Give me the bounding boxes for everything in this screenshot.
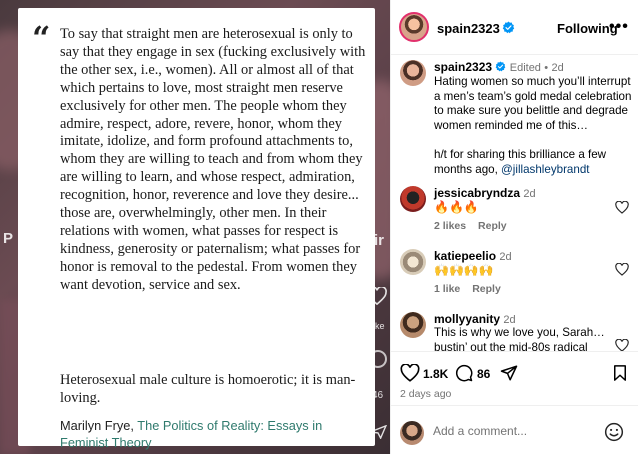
comment-likes[interactable]: 1 like [434, 283, 460, 295]
post-timestamp: 2 days ago [400, 388, 452, 400]
comment-bubble-icon[interactable] [454, 364, 474, 382]
share-send-icon[interactable] [499, 364, 519, 382]
comment-text: 🙌🙌🙌🙌 [434, 263, 494, 277]
add-comment-bar [391, 405, 638, 454]
quote-body: To say that straight men are heterosexua… [60, 26, 366, 293]
edited-label: Edited [509, 62, 541, 74]
quote-citation: Marilyn Frye, The Politics of Reality: E… [60, 417, 370, 451]
background-text-fragment: P [3, 230, 14, 247]
quote-conclusion: Heterosexual male culture is homoerotic;… [60, 372, 356, 406]
comment-username[interactable]: jessicabryndza [434, 186, 520, 200]
caption-text: Hating women so much you’ll interrupt a … [434, 75, 632, 177]
comment-age: 2d [523, 188, 536, 200]
emoji-icon[interactable] [604, 422, 624, 442]
current-user-avatar [400, 421, 424, 445]
quote-mark: “ [32, 19, 51, 57]
comment-like-heart-icon[interactable] [615, 263, 629, 276]
comment-count[interactable]: 86 [477, 367, 490, 381]
comment-input[interactable] [433, 424, 593, 438]
comment-username[interactable]: mollyyanity [434, 312, 500, 326]
post-media[interactable]: P ir Like 46 “ To say that straight men … [0, 0, 390, 454]
commenter-avatar[interactable] [400, 249, 426, 275]
caption-avatar[interactable] [400, 60, 426, 86]
caption-age: 2d [551, 62, 564, 74]
verified-badge-icon [496, 61, 506, 72]
comment-text: 🔥🔥🔥 [434, 200, 479, 214]
comment-actions: 1 like Reply [434, 283, 501, 295]
like-heart-icon[interactable] [400, 364, 420, 382]
comment-text: This is why we love you, Sarah… bustin’ … [434, 326, 605, 351]
comment-like-heart-icon[interactable] [615, 201, 629, 214]
citation-author: Marilyn Frye, [60, 418, 138, 433]
verified-badge-icon [502, 21, 515, 34]
save-bookmark-icon[interactable] [610, 364, 630, 382]
quote-card: “ To say that straight men are heterosex… [18, 8, 375, 450]
like-count[interactable]: 1.8K [423, 367, 448, 381]
comment-header: jessicabryndza 2d [434, 186, 536, 200]
post-actions-bar: 1.8K 86 2 days ago [391, 351, 638, 405]
background-text-fragment: ir [374, 232, 385, 249]
author-username[interactable]: spain2323 [437, 21, 500, 36]
comment-header: mollyyanity 2d [434, 312, 516, 326]
more-options-icon[interactable]: ••• [609, 18, 629, 36]
caption-username[interactable]: spain2323 [434, 60, 492, 74]
comment-age: 2d [503, 314, 516, 326]
author-avatar[interactable] [399, 12, 429, 42]
caption-body: Hating women so much you’ll interrupt a … [434, 75, 632, 132]
commenter-avatar[interactable] [400, 186, 426, 212]
comment-actions: 2 likes Reply [434, 220, 507, 232]
comment-username[interactable]: katiepeelio [434, 249, 496, 263]
comment-age: 2d [499, 251, 512, 263]
reply-button[interactable]: Reply [478, 220, 507, 232]
comment-header: katiepeelio 2d [434, 249, 512, 263]
comment-likes[interactable]: 2 likes [434, 220, 466, 232]
meta-separator: • [544, 62, 549, 74]
commenter-avatar[interactable] [400, 312, 426, 338]
comments-list[interactable]: spain2323 Edited • 2d Hating women so mu… [391, 56, 638, 351]
reply-button[interactable]: Reply [472, 283, 501, 295]
post-header: spain2323 Following ••• [391, 0, 638, 55]
caption-header: spain2323 Edited • 2d [434, 60, 564, 74]
comment-like-heart-icon[interactable] [615, 339, 629, 351]
mention-link[interactable]: @jillashleybrandt [501, 163, 589, 176]
post-side-panel: spain2323 Following ••• spain2323 Edited… [390, 0, 638, 454]
